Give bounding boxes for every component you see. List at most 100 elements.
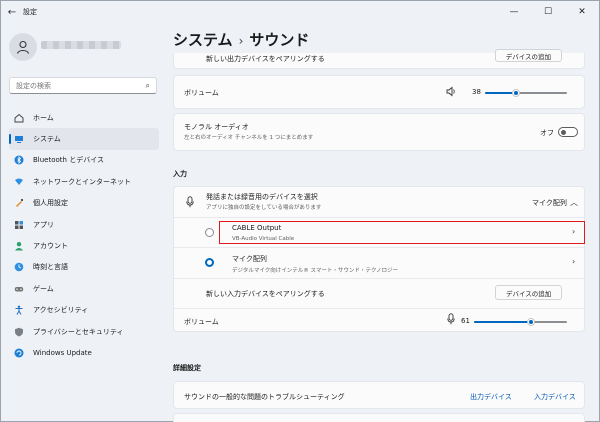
input-volume-row: ボリューム 61 xyxy=(174,309,584,333)
sidebar-item-accounts[interactable]: アカウント xyxy=(9,235,159,256)
sidebar-item-label: ネットワークとインターネット xyxy=(33,177,131,186)
mic-array-radio[interactable] xyxy=(205,258,214,267)
back-button[interactable]: ← xyxy=(1,1,23,23)
personalization-icon xyxy=(14,198,24,208)
breadcrumb-separator: › xyxy=(238,34,244,48)
sidebar-item-label: プライバシーとセキュリティ xyxy=(33,327,124,336)
window-controls: — ☐ ✕ xyxy=(497,1,599,23)
account-icon xyxy=(14,241,24,251)
input-volume-value: 61 xyxy=(461,317,470,325)
output-volume-value: 38 xyxy=(472,88,481,96)
mono-audio-toggle[interactable] xyxy=(558,127,578,137)
gaming-icon xyxy=(14,284,24,294)
main-content: システム › サウンド 新しい出力デバイスをペアリングする デバイスの追加 ボリュー… xyxy=(161,23,599,422)
bluetooth-icon xyxy=(14,155,24,165)
sidebar-item-label: ホーム xyxy=(33,113,54,122)
sidebar-item-privacy[interactable]: プライバシーとセキュリティ xyxy=(9,321,159,342)
input-volume-fill xyxy=(474,321,531,323)
pair-output-label: 新しい出力デバイスをペアリングする xyxy=(206,55,325,63)
mono-audio-desc: 左と右のオーディオ チャンネルを 1 つにまとめます xyxy=(184,135,314,141)
sidebar-item-time-language[interactable]: 時刻と言語 xyxy=(9,257,159,278)
troubleshoot-label: サウンドの一般的な問題のトラブルシューティング xyxy=(184,393,345,401)
page-title: サウンド xyxy=(249,31,310,49)
title-bar: ← 設定 — ☐ ✕ xyxy=(1,1,599,23)
microphone-volume-icon[interactable] xyxy=(447,313,455,327)
choose-input-title: 発話または録音用のデバイスを選択 xyxy=(206,193,318,201)
sidebar-item-accessibility[interactable]: アクセシビリティ xyxy=(9,300,159,321)
sidebar-item-label: システム xyxy=(33,135,61,144)
home-icon xyxy=(14,113,24,123)
privacy-icon xyxy=(14,327,24,337)
sidebar-item-gaming[interactable]: ゲーム xyxy=(9,278,159,299)
microphone-icon xyxy=(186,196,194,210)
output-volume-slider[interactable] xyxy=(485,89,567,97)
sidebar-item-label: 個人用設定 xyxy=(33,199,68,208)
blurred-username xyxy=(41,41,121,49)
sidebar-item-label: アクセシビリティ xyxy=(33,306,89,315)
mic-array-name: マイク配列 xyxy=(232,255,267,263)
output-volume-label: ボリューム xyxy=(184,89,219,97)
close-icon: ✕ xyxy=(578,7,586,17)
output-volume-thumb[interactable] xyxy=(512,89,521,97)
maximize-button[interactable]: ☐ xyxy=(531,1,565,23)
pair-input-label: 新しい入力デバイスをペアリングする xyxy=(206,290,325,298)
search-icon: ⌕ xyxy=(145,80,150,90)
sidebar-item-label: Bluetooth とデバイス xyxy=(33,156,104,165)
choose-input-device-row[interactable]: 発話または録音用のデバイスを選択 アプリに独自の設定をしている場合があります マ… xyxy=(174,187,584,217)
input-device-mic-array[interactable]: マイク配列 デジタルマイク向けインテル® スマート・サウンド・テクノロジー › xyxy=(174,248,584,277)
cable-output-radio[interactable] xyxy=(205,228,214,237)
chevron-right-icon: › xyxy=(572,257,576,266)
troubleshoot-row: サウンドの一般的な問題のトラブルシューティング 出力デバイス 入力デバイス xyxy=(173,381,585,409)
sidebar-item-label: アカウント xyxy=(33,242,68,251)
add-input-device-button[interactable]: デバイスの追加 xyxy=(495,285,563,300)
breadcrumb-system[interactable]: システム xyxy=(173,31,233,49)
sidebar-item-home[interactable]: ホーム xyxy=(9,107,159,128)
mic-array-desc: デジタルマイク向けインテル® スマート・サウンド・テクノロジー xyxy=(232,268,399,274)
app-title: 設定 xyxy=(23,8,37,16)
user-profile[interactable] xyxy=(9,33,37,61)
sidebar-item-label: ゲーム xyxy=(33,284,54,293)
apps-icon xyxy=(14,220,24,230)
output-devices-link[interactable]: 出力デバイス xyxy=(470,392,512,402)
input-volume-thumb[interactable] xyxy=(526,318,535,326)
search-input[interactable] xyxy=(16,81,146,90)
choose-input-desc: アプリに独自の設定をしている場合があります xyxy=(206,205,322,211)
minimize-button[interactable]: — xyxy=(497,1,531,23)
pair-input-row: 新しい入力デバイスをペアリングする デバイスの追加 xyxy=(174,279,584,307)
sidebar-item-system[interactable]: システム xyxy=(9,128,159,150)
output-volume-row: ボリューム 38 xyxy=(173,75,585,109)
mono-audio-state: オフ xyxy=(540,129,554,137)
add-output-device-button[interactable]: デバイスの追加 xyxy=(494,49,562,62)
back-arrow-icon: ← xyxy=(7,6,17,18)
sidebar-item-network[interactable]: ネットワークとインターネット xyxy=(9,171,159,192)
maximize-icon: ☐ xyxy=(543,7,553,17)
sidebar-item-bluetooth[interactable]: Bluetooth とデバイス xyxy=(9,150,159,171)
nav-list: ホーム システム Bluetooth とデバイス ネットワークとインターネット xyxy=(9,107,159,364)
sidebar-item-windows-update[interactable]: Windows Update xyxy=(9,342,159,363)
breadcrumb: システム › サウンド xyxy=(173,29,309,50)
input-volume-slider[interactable] xyxy=(474,318,567,326)
sidebar-item-apps[interactable]: アプリ xyxy=(9,214,159,235)
time-language-icon xyxy=(14,262,24,272)
sidebar-item-label: アプリ xyxy=(33,220,54,229)
minimize-icon: — xyxy=(509,7,519,17)
close-button[interactable]: ✕ xyxy=(565,1,599,23)
network-icon xyxy=(14,177,24,187)
user-icon xyxy=(16,40,30,54)
selected-input-device: マイク配列 xyxy=(532,199,567,207)
speaker-icon[interactable] xyxy=(446,86,457,99)
sidebar-item-label: 時刻と言語 xyxy=(33,263,68,272)
mono-audio-title: モノラル オーディオ xyxy=(184,123,249,131)
sidebar-item-label: Windows Update xyxy=(33,348,92,357)
next-card-partial xyxy=(173,413,585,422)
windows-update-icon xyxy=(14,348,24,358)
input-volume-label: ボリューム xyxy=(184,318,219,326)
input-devices-link[interactable]: 入力デバイス xyxy=(534,392,576,402)
red-highlight-box xyxy=(219,221,585,244)
settings-window: ← 設定 — ☐ ✕ ⌕ ホーム xyxy=(0,0,600,422)
advanced-section-heading: 詳細設定 xyxy=(173,364,201,372)
sidebar: ⌕ ホーム システム Bluetooth とデバイス xyxy=(1,23,161,421)
mono-audio-row: モノラル オーディオ 左と右のオーディオ チャンネルを 1 つにまとめます オフ xyxy=(173,113,585,151)
sidebar-item-personalization[interactable]: 個人用設定 xyxy=(9,193,159,214)
settings-search[interactable]: ⌕ xyxy=(9,77,157,94)
